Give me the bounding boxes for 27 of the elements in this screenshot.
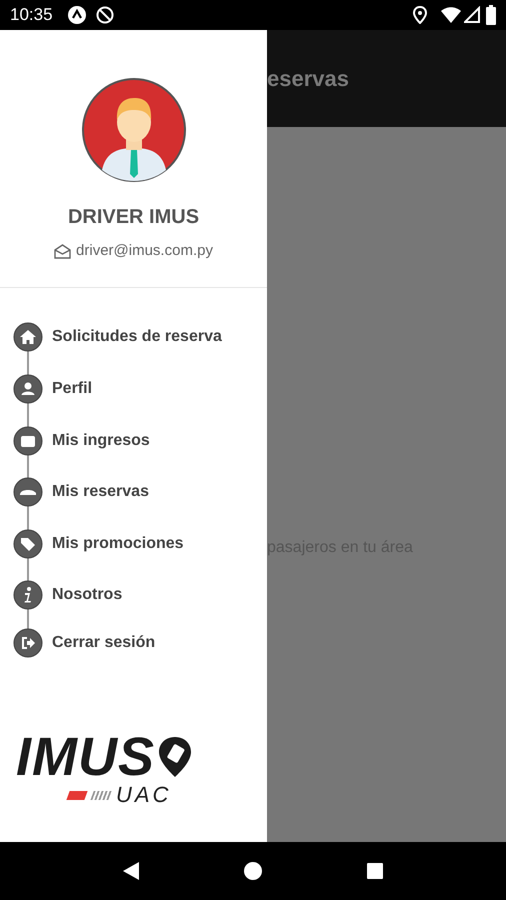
user-name: DRIVER IMUS (68, 205, 200, 230)
status-time: 10:35 (10, 4, 53, 26)
app-notification-icon (66, 5, 87, 25)
profile-icon (13, 374, 43, 404)
back-icon[interactable] (122, 861, 140, 881)
wifi-icon (440, 6, 462, 24)
menu-item[interactable]: Perfil (13, 363, 267, 415)
info-icon (13, 580, 43, 610)
location-icon (412, 6, 428, 24)
tag-icon (13, 529, 43, 560)
signal-icon (464, 6, 480, 24)
menu-item[interactable]: Mis ingresos (13, 414, 267, 467)
app-bar-title: eservas (267, 65, 349, 93)
home-icon (13, 322, 43, 352)
envelope-icon (54, 244, 72, 259)
menu-item[interactable]: Cerrar sesión (13, 620, 267, 666)
menu-item[interactable]: Mis reservas (13, 466, 267, 518)
battery-icon (486, 5, 496, 25)
wallet-icon (13, 426, 43, 456)
user-email: driver@imus.com.py (76, 241, 213, 261)
logout-icon (13, 628, 43, 658)
menu-item[interactable]: Nosotros (13, 570, 267, 620)
home-icon[interactable] (242, 861, 263, 881)
menu-item[interactable]: Mis promociones (13, 518, 267, 570)
recents-icon[interactable] (366, 862, 384, 880)
menu-item[interactable]: Solicitudes de reserva (13, 312, 267, 364)
imus-logo: IMUS UAC (0, 730, 267, 842)
